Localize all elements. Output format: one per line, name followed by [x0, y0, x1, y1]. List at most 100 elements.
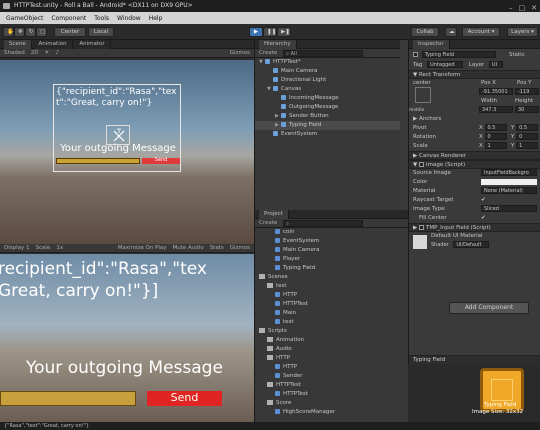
scale-value[interactable]: 1x — [56, 244, 63, 253]
hierarchy-item[interactable]: ▼ Canvas — [255, 85, 400, 94]
mute-audio-toggle[interactable]: Mute Audio — [173, 244, 204, 253]
image-script-header[interactable]: ▼ Image (Script) — [409, 160, 540, 169]
game-viewport[interactable]: recipient_id":"Rasa","tex Great, carry o… — [0, 254, 254, 422]
color-swatch[interactable] — [481, 179, 537, 185]
hierarchy-item[interactable]: Main Camera — [255, 67, 400, 76]
rotate-tool-icon[interactable]: ↻ — [25, 27, 36, 37]
stats-toggle[interactable]: Stats — [210, 244, 224, 253]
source-image-field[interactable]: InputFieldBackgro — [481, 169, 537, 176]
layers-dropdown[interactable]: Layers ▾ — [507, 27, 538, 37]
canvas-renderer-header[interactable]: ▶ Canvas Renderer — [409, 151, 540, 160]
hierarchy-item[interactable]: EventSystem — [255, 130, 400, 139]
project-item[interactable]: HTTP — [255, 363, 408, 372]
pivot-center-toggle[interactable]: Center — [54, 27, 86, 37]
menu-tools[interactable]: Tools — [94, 15, 109, 22]
2d-toggle[interactable]: 2D — [31, 49, 39, 58]
close-icon[interactable]: ✕ — [531, 2, 537, 12]
minimize-icon[interactable]: – — [509, 2, 513, 12]
pivot-x-field[interactable]: 0.5 — [484, 124, 507, 131]
active-checkbox[interactable] — [413, 52, 418, 57]
material-field[interactable]: None (Material) — [481, 187, 537, 194]
scene-typing-field[interactable] — [56, 158, 140, 164]
project-item[interactable]: coin — [255, 228, 408, 237]
menu-component[interactable]: Component — [51, 15, 86, 22]
add-component-button[interactable]: Add Component — [449, 302, 529, 314]
game-typing-field[interactable] — [0, 391, 136, 406]
scene-viewport[interactable]: {"recipient_id":"Rasa","text":"Great, ca… — [0, 60, 254, 244]
rect-transform-handle[interactable] — [106, 125, 130, 145]
height-field[interactable]: 30 — [515, 106, 539, 113]
tmp-input-header[interactable]: ▶ TMP_Input Field (Script) — [409, 223, 540, 232]
game-gizmos-dropdown[interactable]: Gizmos — [230, 244, 250, 253]
tag-dropdown[interactable]: Untagged — [427, 61, 464, 68]
hierarchy-create-dropdown[interactable]: Create — [259, 49, 277, 58]
project-item[interactable]: HTTPTest — [255, 300, 408, 309]
pause-button[interactable]: ❚❚ — [263, 27, 277, 37]
project-item[interactable]: Main — [255, 309, 408, 318]
object-name-field[interactable]: Typing Field — [421, 51, 496, 58]
hierarchy-item[interactable]: ▼ HTTPTest* — [255, 58, 400, 67]
tab-animation[interactable]: Animation — [33, 40, 73, 49]
pivot-local-toggle[interactable]: Local — [88, 27, 114, 37]
project-create-dropdown[interactable]: Create — [259, 219, 277, 228]
scene-send-button[interactable]: Send — [142, 158, 180, 164]
lighting-icon[interactable]: ☀ — [44, 49, 49, 58]
hand-tool-icon[interactable]: ✋ — [3, 27, 14, 37]
rect-tool-icon[interactable]: ▢ — [36, 27, 47, 37]
pos-x-field[interactable]: -91.35001 — [479, 88, 513, 95]
scale-x-field[interactable]: 1 — [484, 142, 507, 149]
hierarchy-item[interactable]: ▶ Typing Field — [255, 121, 400, 130]
cloud-icon[interactable]: ☁ — [445, 27, 457, 37]
project-item[interactable]: HTTPTest — [255, 390, 408, 399]
project-item[interactable]: HTTPTest — [255, 381, 408, 390]
project-item[interactable]: Scenes — [255, 273, 408, 282]
project-item[interactable]: test — [255, 318, 408, 327]
maximize-icon[interactable]: □ — [519, 2, 526, 12]
project-item[interactable]: Animation — [255, 336, 408, 345]
menu-window[interactable]: Window — [117, 15, 141, 22]
menu-help[interactable]: Help — [149, 15, 163, 22]
project-item[interactable]: Scripts — [255, 327, 408, 336]
hierarchy-item[interactable]: OutgoingMessage — [255, 103, 400, 112]
rotation-x-field[interactable]: 0 — [484, 133, 507, 140]
project-item[interactable]: Typing Field — [255, 264, 408, 273]
menu-gameobject[interactable]: GameObject — [6, 15, 43, 22]
scene-gizmos-dropdown[interactable]: Gizmos — [230, 49, 250, 58]
play-button[interactable]: ▶ — [249, 27, 263, 37]
image-enabled-checkbox[interactable] — [418, 162, 424, 167]
image-type-dropdown[interactable]: Sliced — [481, 205, 537, 212]
project-item[interactable]: Main Camera — [255, 246, 408, 255]
hierarchy-item[interactable]: ▶ Sender Button — [255, 112, 400, 121]
shader-dropdown[interactable]: UI/Default — [453, 241, 490, 248]
rect-transform-header[interactable]: ▼ Rect Transform — [409, 70, 540, 79]
maximize-on-play-toggle[interactable]: Maximize On Play — [118, 244, 167, 253]
anchors-row[interactable]: ▶ Anchors — [409, 115, 540, 124]
pos-y-field[interactable]: -119 — [515, 88, 539, 95]
step-button[interactable]: ▶❚ — [277, 27, 291, 37]
pivot-y-field[interactable]: 0.5 — [516, 124, 539, 131]
fill-center-checkbox[interactable]: ✔ — [481, 214, 486, 223]
project-item[interactable]: EventSystem — [255, 237, 408, 246]
audio-icon[interactable]: ♪ — [55, 49, 59, 58]
project-item[interactable]: test — [255, 282, 408, 291]
project-item[interactable]: HTTP — [255, 291, 408, 300]
rotation-y-field[interactable]: 0 — [516, 133, 539, 140]
hierarchy-item[interactable]: Directional Light — [255, 76, 400, 85]
tmp-enabled-checkbox[interactable] — [418, 225, 424, 230]
scale-y-field[interactable]: 1 — [516, 142, 539, 149]
project-item[interactable]: HighScoreManager — [255, 408, 408, 417]
display-dropdown[interactable]: Display 1 — [4, 244, 30, 253]
move-tool-icon[interactable]: ✥ — [14, 27, 25, 37]
static-toggle[interactable]: Static — [509, 49, 525, 61]
layer-dropdown[interactable]: UI — [488, 61, 503, 68]
hierarchy-item[interactable]: IncomingMessage — [255, 94, 400, 103]
tab-inspector[interactable]: Inspector — [413, 40, 450, 49]
project-search-input[interactable]: ⌕ — [283, 219, 364, 227]
width-field[interactable]: 347.3 — [479, 106, 513, 113]
raycast-checkbox[interactable]: ✔ — [481, 196, 486, 205]
project-item[interactable]: Audio — [255, 345, 408, 354]
collab-dropdown[interactable]: Collab — [411, 27, 439, 37]
hierarchy-search-input[interactable]: ⌕ All — [283, 49, 364, 57]
account-dropdown[interactable]: Account ▾ — [462, 27, 500, 37]
tab-animator[interactable]: Animator — [74, 40, 111, 49]
